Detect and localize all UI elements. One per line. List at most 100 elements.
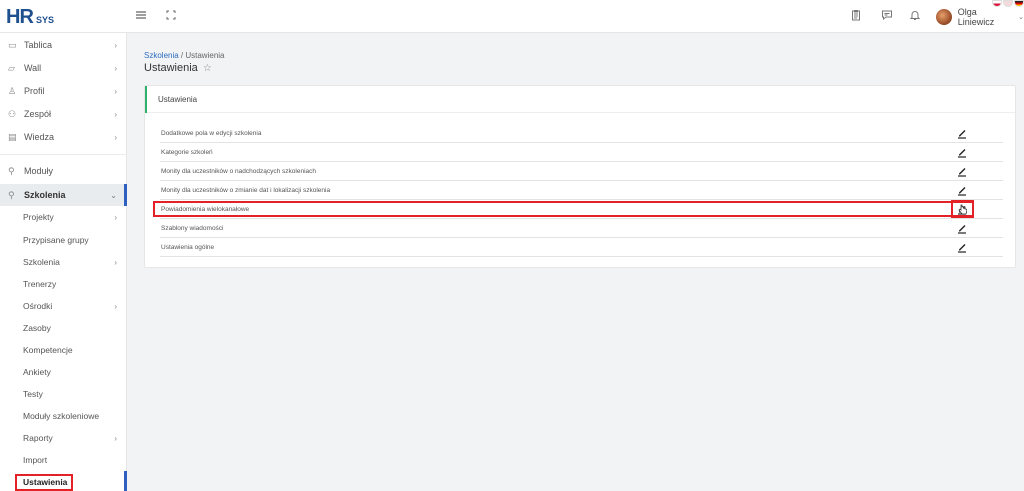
sidebar-subitem-kompetencje[interactable]: Kompetencje [0,339,127,361]
sidebar-item-label: Zasoby [23,323,51,333]
language-flags [992,0,1024,7]
settings-row-label: Monity dla uczestników o zmianie dat i l… [161,187,331,194]
sidebar-current-accent [124,471,127,491]
sidebar-subitem-zasoby[interactable]: Zasoby [0,317,127,339]
highlight-box-row [153,201,974,217]
pencil-icon[interactable] [956,127,968,139]
chevron-right-icon: › [114,212,117,222]
sidebar-subitem-ankiety[interactable]: Ankiety [0,361,127,383]
chevron-right-icon: › [114,63,117,73]
sidebar-item-label: Ankiety [23,367,51,377]
sidebar: ▭ Tablica › ▱ Wall › ♙ Profil › ⚇ Zespół… [0,33,127,491]
sidebar-subitem-osrodki[interactable]: Ośrodki › [0,295,127,317]
chevron-right-icon: › [114,86,117,96]
sidebar-subitem-przypisane-grupy[interactable]: Przypisane grupy [0,229,127,251]
sidebar-item-label: Szkolenia [24,190,66,200]
card-header: Ustawienia [145,86,1015,113]
settings-row[interactable]: Monity dla uczestników o zmianie dat i l… [160,181,1003,200]
chevron-right-icon: › [114,109,117,119]
chevron-right-icon: › [114,433,117,443]
settings-row[interactable]: Ustawienia ogólne [160,238,1003,257]
pencil-icon[interactable] [956,222,968,234]
chevron-down-icon: ⌄ [110,190,117,200]
sidebar-active-accent [124,184,127,206]
settings-card: Ustawienia Dodatkowe pola w edycji szkol… [144,85,1016,268]
sidebar-item-label: Import [23,455,48,465]
book-icon: ▤ [8,131,17,142]
bell-icon[interactable] [908,9,922,23]
settings-row[interactable]: Szablony wiadomości [160,219,1003,238]
sidebar-item-zespol[interactable]: ⚇ Zespół › [0,103,127,125]
sidebar-subitem-trenerzy[interactable]: Trenerzy [0,273,127,295]
sidebar-item-label: Wiedza [24,132,55,142]
sidebar-item-label: Przypisane grupy [23,235,89,245]
fullscreen-icon[interactable] [164,9,178,23]
wrench-icon: ⚲ [8,165,15,176]
sidebar-item-label: Profil [24,86,45,96]
chevron-right-icon: › [114,301,117,311]
clipboard-icon[interactable] [849,9,863,23]
german-flag-icon[interactable] [1014,0,1024,7]
breadcrumb-link-szkolenia[interactable]: Szkolenia [144,51,179,60]
page-title: Ustawienia ☆ [144,62,212,74]
team-icon: ⚇ [8,108,17,119]
sidebar-item-label: Raporty [23,433,53,443]
sidebar-item-wall[interactable]: ▱ Wall › [0,57,127,79]
sidebar-item-label: Ośrodki [23,301,53,311]
settings-row[interactable]: Kategorie szkoleń [160,143,1003,162]
user-menu[interactable]: Olga Liniewicz ⌄ [936,7,1024,27]
hand-cursor-icon [958,204,967,215]
sidebar-subitem-testy[interactable]: Testy [0,383,127,405]
user-icon: ♙ [8,85,17,96]
pencil-icon[interactable] [956,165,968,177]
sidebar-item-label: Moduły [24,166,54,176]
sidebar-subitem-moduly-szkoleniowe[interactable]: Moduły szkoleniowe [0,405,127,427]
settings-row[interactable]: Dodatkowe pola w edycji szkolenia [160,124,1003,143]
settings-row-label: Kategorie szkoleń [161,149,213,156]
settings-row-label: Monity dla uczestników o nadchodzących s… [161,168,317,175]
pencil-icon[interactable] [956,184,968,196]
settings-row-label: Dodatkowe pola w edycji szkolenia [161,130,262,137]
wall-icon: ▱ [8,62,15,73]
breadcrumb-current: Ustawienia [185,51,225,60]
menu-icon[interactable] [134,9,148,23]
chat-icon[interactable] [880,9,894,23]
sidebar-subitem-szkolenia[interactable]: Szkolenia › [0,251,127,273]
pencil-icon[interactable] [956,146,968,158]
chevron-right-icon: › [114,257,117,267]
hrsys-logo[interactable]: HR SYS [6,6,60,28]
sidebar-item-moduly[interactable]: ⚲ Moduły [0,160,127,182]
sidebar-item-tablica[interactable]: ▭ Tablica › [0,34,127,56]
sidebar-item-label: Wall [24,63,42,73]
logo-main-text: HR [6,6,34,28]
monitor-icon: ▭ [8,39,17,50]
sidebar-subitem-import[interactable]: Import [0,449,127,471]
sidebar-subitem-projekty[interactable]: Projekty › [0,206,127,228]
card-title: Ustawienia [158,95,198,104]
sidebar-item-szkolenia[interactable]: ⚲ Szkolenia ⌄ [0,184,127,206]
settings-row-label: Szablony wiadomości [161,225,224,232]
card-accent-bar [145,86,147,113]
settings-row-label: Ustawienia ogólne [161,244,215,251]
logo-sub-text: SYS [36,15,55,25]
polish-flag-icon[interactable] [992,0,1002,7]
sidebar-item-profil[interactable]: ♙ Profil › [0,80,127,102]
avatar [936,9,952,25]
sidebar-item-label: Moduły szkoleniowe [23,411,100,421]
chevron-right-icon: › [114,132,117,142]
sidebar-subitem-raporty[interactable]: Raporty › [0,427,127,449]
sidebar-item-label: Kompetencje [23,345,73,355]
sidebar-item-label: Szkolenia [23,257,60,267]
top-bar: HR SYS Olga Liniewicz ⌄ [0,0,1024,33]
sidebar-item-label: Tablica [24,40,53,50]
settings-row[interactable]: Monity dla uczestników o nadchodzących s… [160,162,1003,181]
sidebar-item-label: Testy [23,389,43,399]
english-flag-icon[interactable] [1003,0,1013,7]
page-title-text: Ustawienia [144,62,198,74]
star-icon[interactable]: ☆ [203,63,212,74]
breadcrumb: Szkolenia / Ustawienia [144,51,225,60]
sidebar-item-label: Trenerzy [23,279,57,289]
sidebar-item-wiedza[interactable]: ▤ Wiedza › [0,126,127,148]
highlight-box-sidebar [15,474,73,491]
pencil-icon[interactable] [956,241,968,253]
